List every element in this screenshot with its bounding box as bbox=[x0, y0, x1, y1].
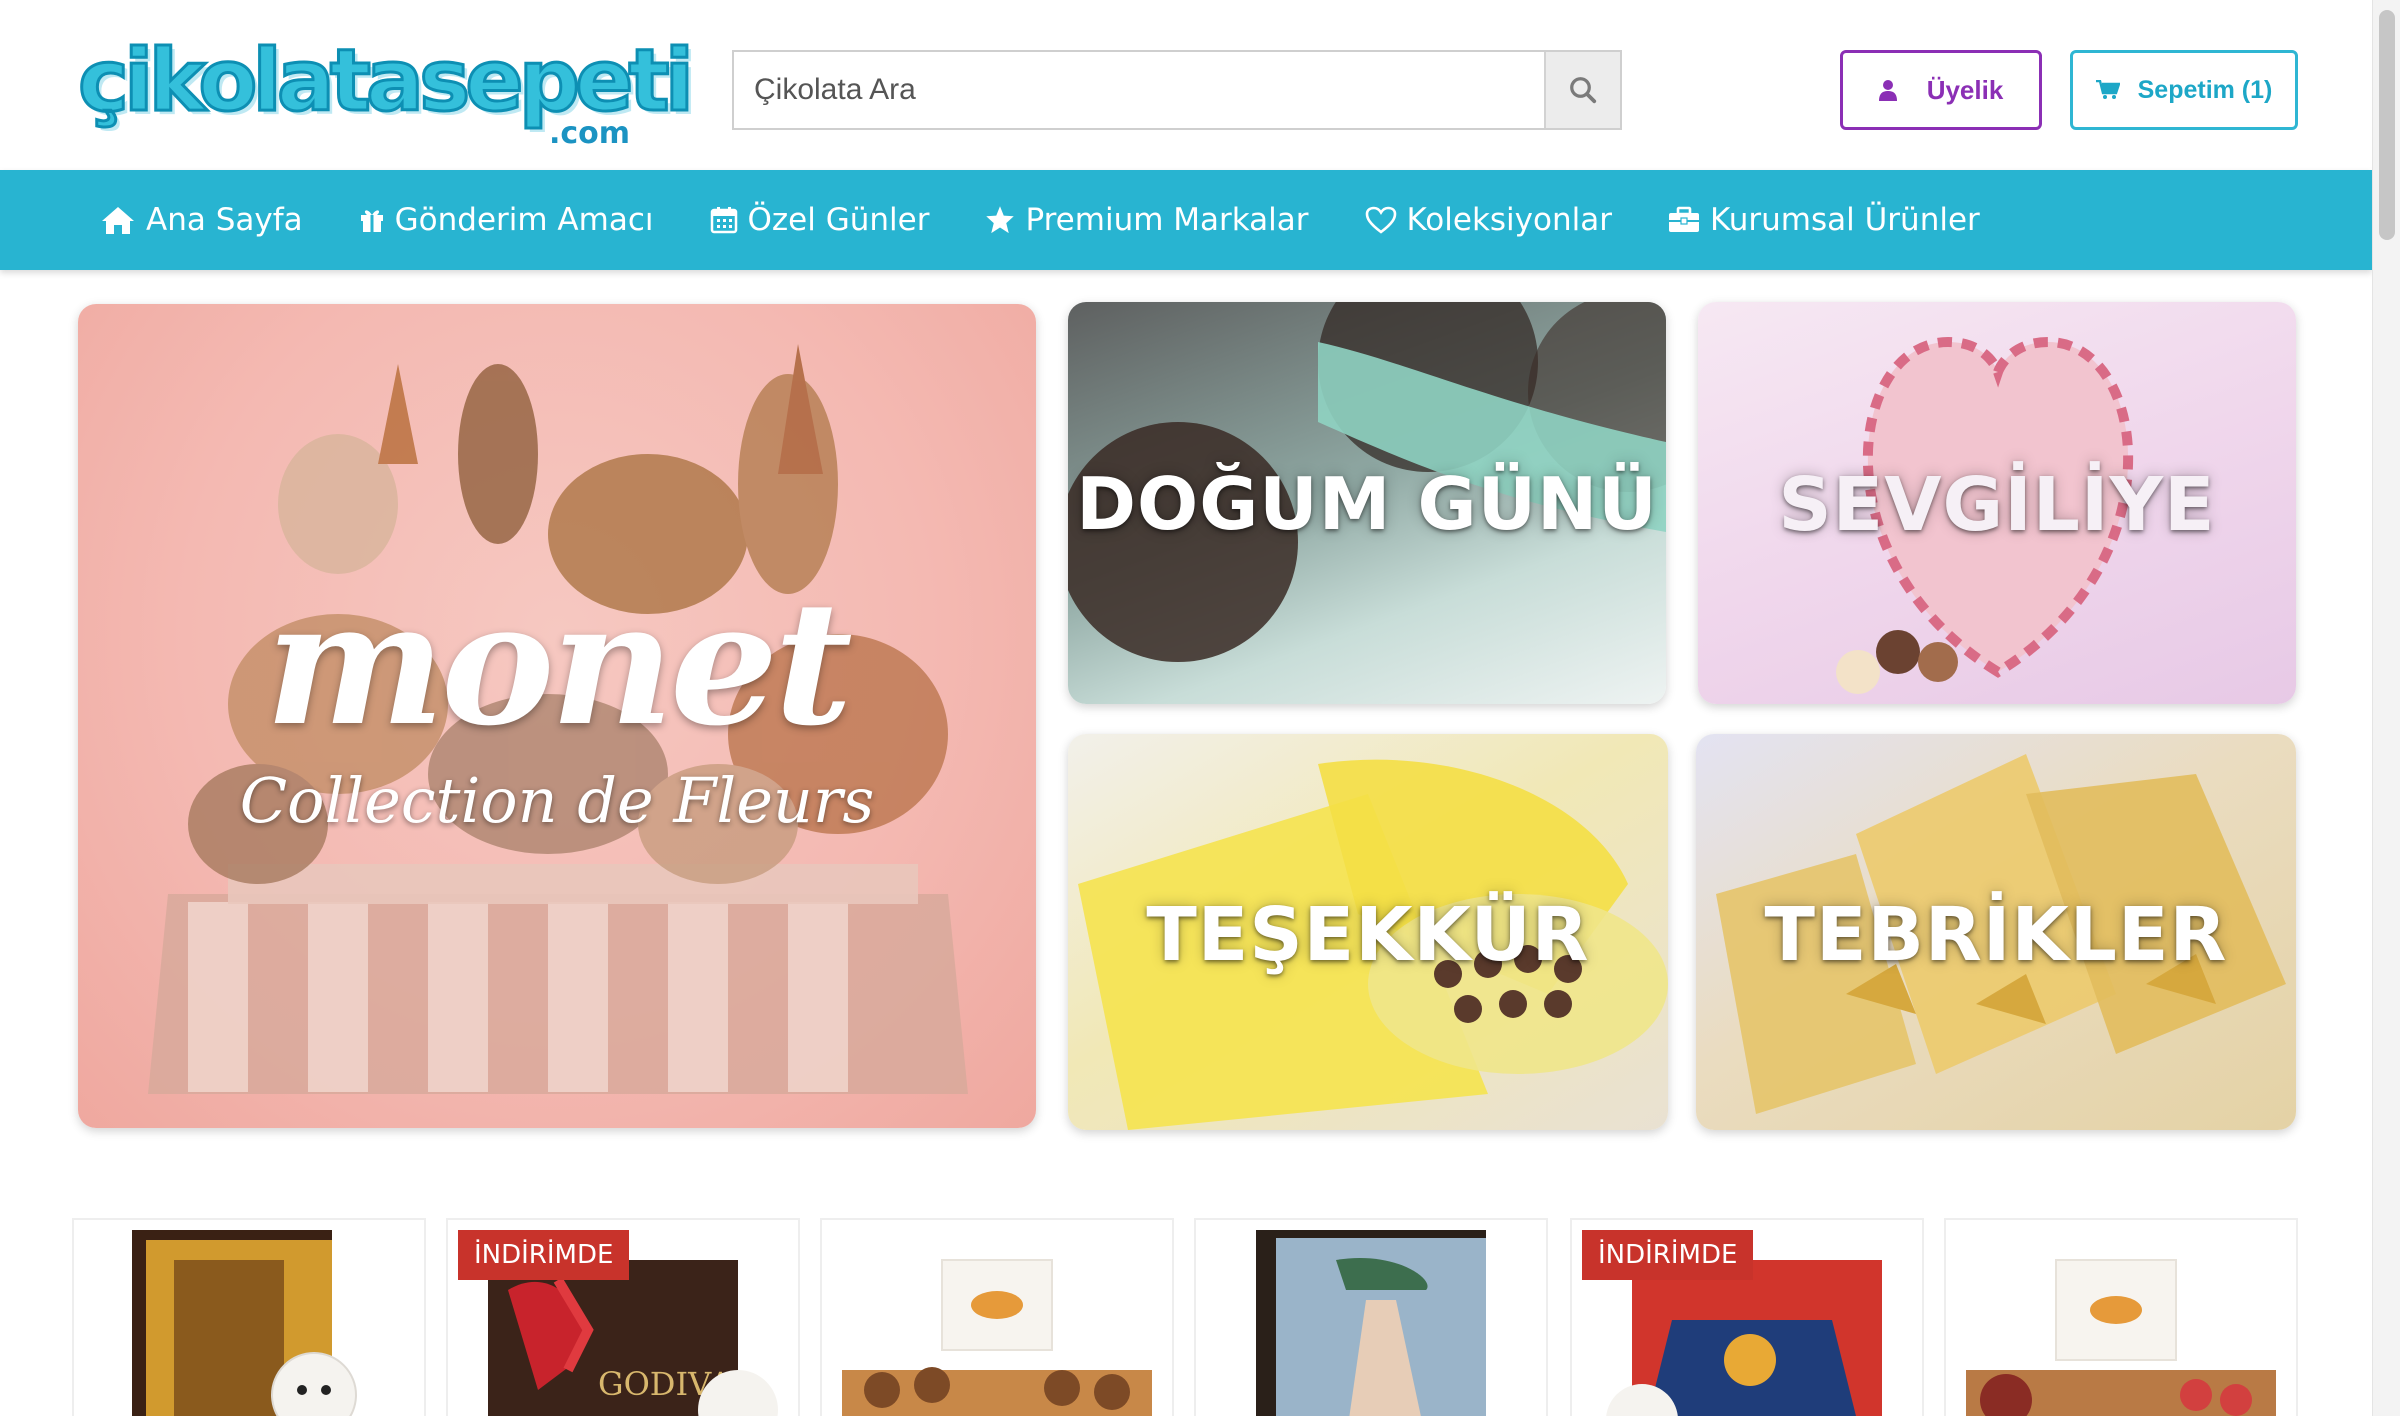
search-icon bbox=[1570, 77, 1597, 104]
membership-label: Üyelik bbox=[1926, 74, 2004, 105]
star-icon bbox=[986, 206, 1015, 234]
user-icon bbox=[1878, 80, 1897, 101]
search-button[interactable] bbox=[1544, 52, 1620, 128]
banner-congrats[interactable]: TEBRİKLER bbox=[1696, 734, 2296, 1130]
nav-item-special-days[interactable]: Özel Günler bbox=[710, 202, 930, 238]
monet-title: monet bbox=[265, 564, 853, 764]
scrollbar-thumb[interactable] bbox=[2379, 10, 2395, 240]
monet-subtitle: Collection de Fleurs bbox=[239, 764, 875, 837]
nav-label: Koleksiyonlar bbox=[1406, 202, 1612, 238]
page-scrollbar[interactable] bbox=[2372, 0, 2400, 1416]
logo-suffix: .com bbox=[548, 116, 630, 151]
banner-thanks[interactable]: TEŞEKKÜR bbox=[1068, 734, 1668, 1130]
nav-item-purpose[interactable]: Gönderim Amacı bbox=[359, 202, 654, 238]
product-image bbox=[1966, 1259, 2276, 1416]
product-card[interactable] bbox=[1194, 1218, 1548, 1416]
nav-label: Kurumsal Ürünler bbox=[1709, 202, 1980, 238]
sale-badge: İNDİRİMDE bbox=[1582, 1230, 1754, 1280]
nav-label: Premium Markalar bbox=[1025, 202, 1309, 238]
nav-item-collections[interactable]: Koleksiyonlar bbox=[1365, 202, 1612, 238]
membership-button[interactable]: Üyelik bbox=[1840, 50, 2042, 130]
briefcase-icon bbox=[1668, 206, 1699, 232]
sale-badge: İNDİRİMDE bbox=[458, 1230, 630, 1280]
main-nav: Ana Sayfa Gönderim Amacı Özel Günler Pre… bbox=[0, 170, 2372, 270]
product-image bbox=[1256, 1230, 1486, 1416]
banner-thanks-label: TEŞEKKÜR bbox=[1146, 892, 1590, 978]
calendar-icon bbox=[710, 207, 737, 234]
gift-icon bbox=[360, 210, 383, 232]
home-icon bbox=[102, 207, 134, 234]
cart-icon bbox=[2095, 80, 2120, 99]
product-image bbox=[842, 1259, 1152, 1416]
banner-congrats-label: TEBRİKLER bbox=[1764, 892, 2228, 978]
cart-label: Sepetim (1) bbox=[2137, 75, 2273, 104]
cart-button[interactable]: Sepetim (1) bbox=[2070, 50, 2298, 130]
product-card[interactable]: İNDİRİMDE bbox=[1570, 1218, 1924, 1416]
page: çikolatasepeti .com Üyelik bbox=[0, 0, 2400, 1416]
search-input[interactable] bbox=[734, 52, 1546, 128]
product-card[interactable]: GODIVA İNDİRİMDE bbox=[446, 1218, 800, 1416]
banner-birthday-label: DOĞUM GÜNÜ bbox=[1076, 462, 1658, 546]
nav-item-corporate[interactable]: Kurumsal Ürünler bbox=[1668, 202, 1980, 238]
nav-label: Ana Sayfa bbox=[146, 202, 303, 238]
nav-item-home[interactable]: Ana Sayfa bbox=[100, 202, 303, 238]
product-card[interactable] bbox=[820, 1218, 1174, 1416]
heart-icon bbox=[1365, 206, 1396, 234]
banner-monet[interactable]: monet Collection de Fleurs bbox=[78, 304, 1036, 1128]
banner-birthday[interactable]: DOĞUM GÜNÜ bbox=[1068, 302, 1666, 704]
product-card[interactable] bbox=[72, 1218, 426, 1416]
banner-valentine[interactable]: SEVGİLİYE bbox=[1698, 302, 2296, 704]
nav-label: Özel Günler bbox=[747, 202, 930, 238]
nav-item-premium[interactable]: Premium Markalar bbox=[985, 202, 1309, 238]
banner-valentine-label: SEVGİLİYE bbox=[1778, 462, 2216, 548]
product-card[interactable] bbox=[1944, 1218, 2298, 1416]
site-header: çikolatasepeti .com Üyelik bbox=[0, 0, 2372, 170]
site-logo[interactable]: çikolatasepeti .com bbox=[76, 26, 695, 156]
search-bar bbox=[732, 50, 1622, 130]
product-image bbox=[132, 1230, 357, 1416]
nav-label: Gönderim Amacı bbox=[394, 202, 654, 238]
